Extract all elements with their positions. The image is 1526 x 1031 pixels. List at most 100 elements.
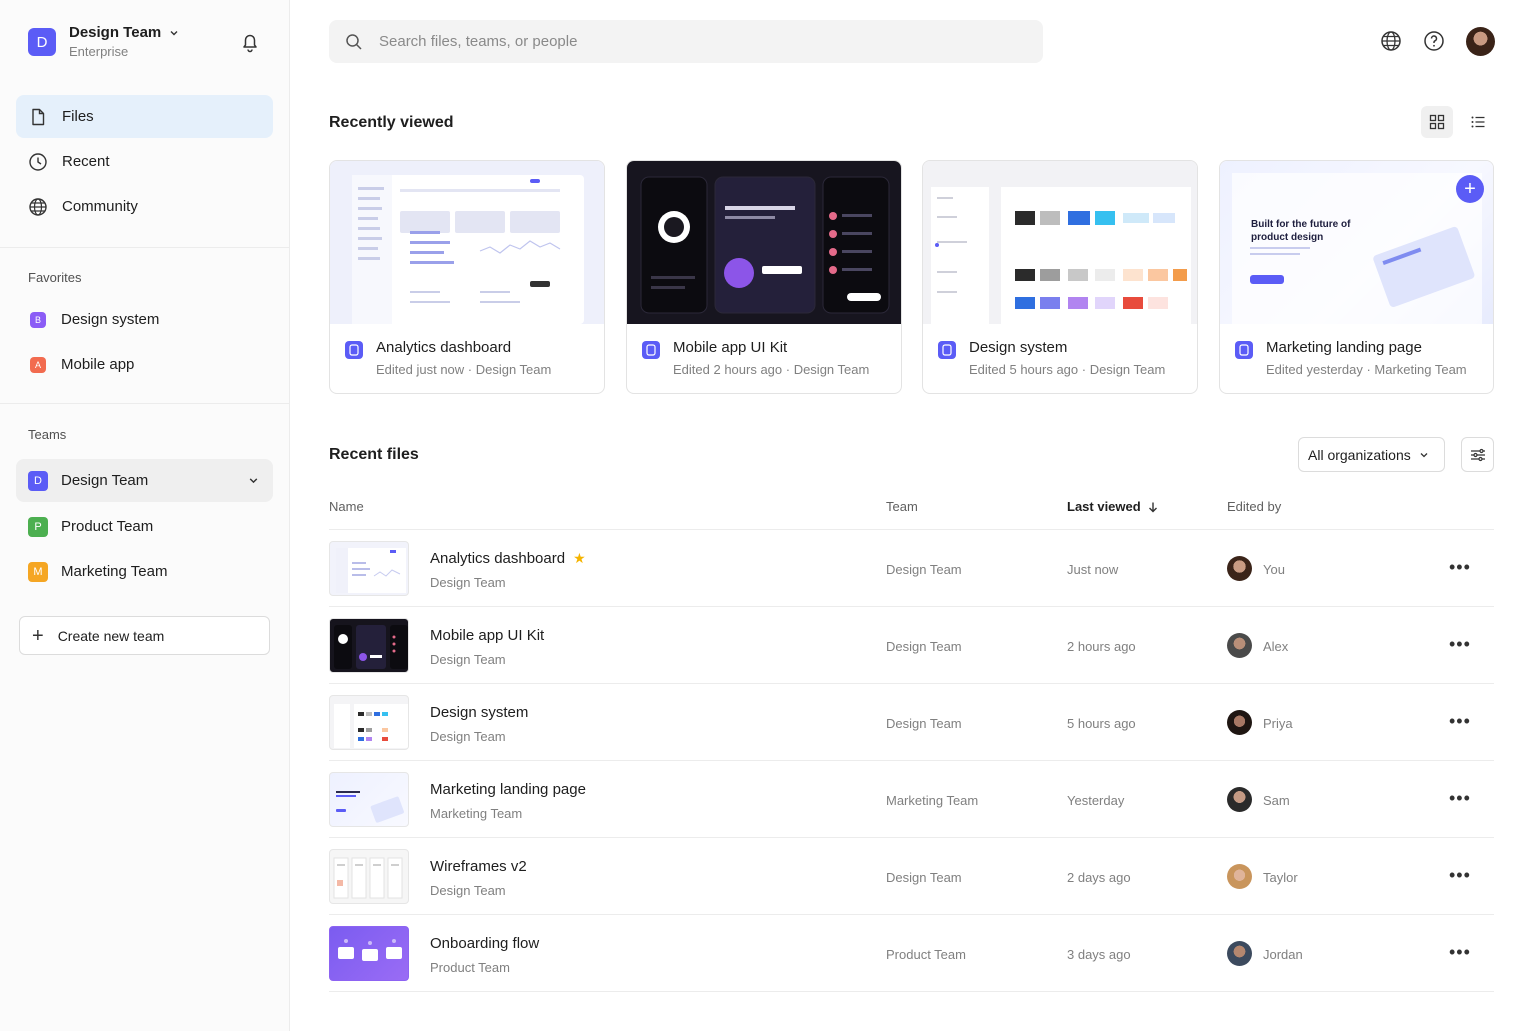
thumb-heading: Built for the future of product design bbox=[1251, 219, 1351, 243]
clock-icon bbox=[29, 152, 47, 171]
organization-select[interactable]: All organizations bbox=[1298, 437, 1445, 472]
mobile-app-icon: A bbox=[30, 356, 46, 373]
file-team-subtitle: Design Team bbox=[430, 729, 506, 744]
team-label: Design Team bbox=[61, 472, 149, 489]
file-name: Wireframes v2 bbox=[430, 858, 527, 875]
chevron-down-icon[interactable] bbox=[248, 475, 259, 486]
nav-files[interactable]: Files bbox=[16, 95, 273, 138]
file-thumbnail bbox=[627, 161, 901, 324]
more-options-icon[interactable]: ••• bbox=[1449, 711, 1471, 732]
favorite-item-mobile-app[interactable]: A Mobile app bbox=[16, 343, 273, 386]
arrow-down-icon bbox=[1148, 502, 1157, 512]
nav-community[interactable]: Community bbox=[16, 185, 273, 228]
create-team-button[interactable]: + Create new team bbox=[19, 616, 270, 655]
table-row[interactable]: Marketing landing page Marketing Team Ma… bbox=[329, 761, 1494, 838]
file-editor: Priya bbox=[1263, 716, 1293, 731]
editor-avatar bbox=[1227, 787, 1252, 812]
favorite-item-design-system[interactable]: B Design system bbox=[16, 298, 273, 341]
team-item-marketing[interactable]: M Marketing Team bbox=[16, 550, 273, 593]
star-icon[interactable]: ★ bbox=[573, 550, 586, 566]
divider bbox=[0, 403, 290, 404]
card-meta: Edited 2 hours ago · Design Team bbox=[673, 362, 870, 377]
editor-avatar bbox=[1227, 941, 1252, 966]
table-row[interactable]: Wireframes v2 Design Team Design Team 2 … bbox=[329, 838, 1494, 915]
help-icon[interactable] bbox=[1422, 29, 1446, 53]
workspace-switcher[interactable]: D Design Team Enterprise bbox=[28, 24, 179, 59]
globe-icon bbox=[29, 197, 47, 216]
file-editor: You bbox=[1263, 562, 1285, 577]
column-header-edited-by[interactable]: Edited by bbox=[1227, 499, 1281, 514]
figma-file-icon bbox=[938, 341, 956, 359]
file-thumbnail bbox=[329, 926, 409, 981]
more-options-icon[interactable]: ••• bbox=[1449, 557, 1471, 578]
file-editor: Taylor bbox=[1263, 870, 1298, 885]
recent-files-heading: Recent files bbox=[329, 446, 419, 463]
plus-icon: + bbox=[1456, 175, 1484, 203]
plus-icon: + bbox=[32, 624, 44, 647]
editor-avatar bbox=[1227, 710, 1252, 735]
team-label: Product Team bbox=[61, 518, 154, 535]
search-placeholder: Search files, teams, or people bbox=[379, 33, 578, 50]
file-team-subtitle: Product Team bbox=[430, 960, 510, 975]
column-header-last-viewed[interactable]: Last viewed bbox=[1067, 499, 1159, 514]
file-name: Mobile app UI Kit bbox=[430, 627, 545, 644]
file-team: Design Team bbox=[886, 562, 962, 577]
table-row[interactable]: Analytics dashboard ★ Design Team Design … bbox=[329, 530, 1494, 607]
globe-icon[interactable] bbox=[1379, 29, 1403, 53]
more-options-icon[interactable]: ••• bbox=[1449, 942, 1471, 963]
column-header-team[interactable]: Team bbox=[886, 499, 918, 514]
bell-icon[interactable] bbox=[238, 30, 262, 54]
more-options-icon[interactable]: ••• bbox=[1449, 634, 1471, 655]
file-card[interactable]: Design system Edited 5 hours ago · Desig… bbox=[922, 160, 1198, 394]
column-header-label: Last viewed bbox=[1067, 499, 1141, 514]
filter-button[interactable] bbox=[1461, 437, 1494, 472]
editor-avatar bbox=[1227, 633, 1252, 658]
design-system-icon: B bbox=[30, 311, 46, 328]
team-avatar: D bbox=[28, 470, 48, 491]
file-card[interactable]: Mobile app UI Kit Edited 2 hours ago · D… bbox=[626, 160, 902, 394]
figma-file-icon bbox=[1235, 341, 1253, 359]
favorite-label: Mobile app bbox=[61, 356, 135, 373]
more-options-icon[interactable]: ••• bbox=[1449, 788, 1471, 809]
card-meta: Edited 5 hours ago · Design Team bbox=[969, 362, 1166, 377]
nav-label: Recent bbox=[62, 153, 110, 170]
team-item-product[interactable]: P Product Team bbox=[16, 505, 273, 548]
table-row[interactable]: Onboarding flow Product Team Product Tea… bbox=[329, 915, 1494, 992]
create-team-label: Create new team bbox=[57, 627, 165, 644]
file-last-viewed: Just now bbox=[1067, 562, 1119, 577]
favorites-heading: Favorites bbox=[28, 270, 82, 285]
divider bbox=[0, 247, 290, 248]
team-avatar: M bbox=[28, 561, 48, 582]
file-thumbnail: Built for the future of product design + bbox=[1220, 161, 1493, 324]
search-input[interactable]: Search files, teams, or people bbox=[329, 20, 1043, 63]
table-row[interactable]: Mobile app UI Kit Design Team Design Tea… bbox=[329, 607, 1494, 684]
file-team-subtitle: Design Team bbox=[430, 883, 506, 898]
user-avatar[interactable] bbox=[1466, 27, 1495, 56]
file-name: Design system bbox=[430, 704, 529, 721]
grid-icon bbox=[1429, 114, 1445, 130]
file-thumbnail bbox=[329, 849, 409, 904]
file-editor: Sam bbox=[1263, 793, 1290, 808]
more-options-icon[interactable]: ••• bbox=[1449, 865, 1471, 886]
file-last-viewed: 5 hours ago bbox=[1067, 716, 1136, 731]
file-last-viewed: 2 hours ago bbox=[1067, 639, 1136, 654]
workspace-logo: D bbox=[28, 28, 56, 56]
list-view-button[interactable] bbox=[1462, 106, 1494, 138]
favorite-label: Design system bbox=[61, 311, 160, 328]
column-header-name[interactable]: Name bbox=[329, 499, 364, 514]
nav-label: Community bbox=[62, 198, 138, 215]
team-item-design[interactable]: D Design Team bbox=[16, 459, 273, 502]
team-label: Marketing Team bbox=[61, 563, 168, 580]
file-thumbnail bbox=[330, 161, 604, 324]
file-card[interactable]: Built for the future of product design +… bbox=[1219, 160, 1494, 394]
grid-view-button[interactable] bbox=[1421, 106, 1453, 138]
card-title: Analytics dashboard bbox=[376, 339, 512, 356]
list-icon bbox=[1471, 116, 1485, 128]
chevron-down-icon bbox=[1420, 452, 1428, 457]
file-name: Analytics dashboard ★ bbox=[430, 550, 586, 567]
table-row[interactable]: Design system Design Team Design Team 5 … bbox=[329, 684, 1494, 761]
file-team: Product Team bbox=[886, 947, 966, 962]
nav-recent[interactable]: Recent bbox=[16, 140, 273, 183]
file-thumbnail bbox=[329, 772, 409, 827]
file-card[interactable]: Analytics dashboard Edited just now · De… bbox=[329, 160, 605, 394]
